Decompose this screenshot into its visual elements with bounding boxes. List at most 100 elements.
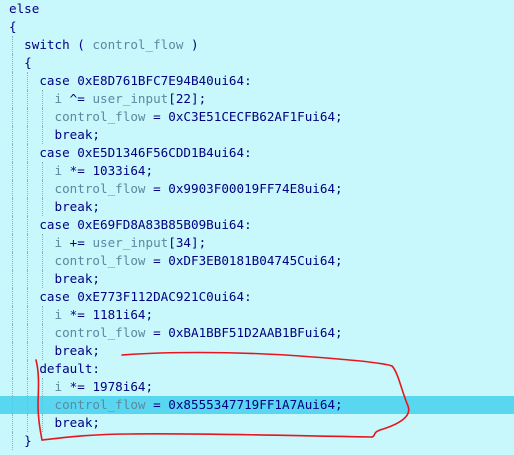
code-token: *= xyxy=(62,307,93,322)
code-token: 0xC3E51CECFB62AF1Fui64; xyxy=(168,109,343,124)
code-line[interactable]: { xyxy=(0,18,514,36)
code-token: i xyxy=(54,91,63,106)
indent-guide xyxy=(12,324,13,342)
indent-guide xyxy=(27,162,29,180)
indent-guide xyxy=(12,108,13,126)
code-token: { xyxy=(24,55,32,70)
code-token: = xyxy=(145,181,169,196)
code-token: 0xE69FD8A83B85B09Bui64 xyxy=(77,217,245,232)
code-token: 1978i64; xyxy=(92,379,154,394)
code-line[interactable]: i += user_input[34]; xyxy=(0,234,514,252)
code-line[interactable]: } xyxy=(0,432,514,450)
code-line[interactable]: i *= 1181i64; xyxy=(0,306,514,324)
code-token: 0x9903F00019FF74E8ui64; xyxy=(168,181,343,196)
indent-guide xyxy=(42,108,44,126)
code-view[interactable]: else { switch ( control_flow ) { case 0xE… xyxy=(0,0,514,450)
code-line[interactable]: i ^= user_input[22]; xyxy=(0,90,514,108)
indent-guide xyxy=(27,270,29,288)
code-line[interactable]: control_flow = 0xDF3EB0181B04745Cui64; xyxy=(0,252,514,270)
code-token: user_input xyxy=(92,235,169,250)
code-line[interactable]: control_flow = 0xBA1BBF51D2AAB1BFui64; xyxy=(0,324,514,342)
code-line[interactable]: case 0xE69FD8A83B85B09Bui64: xyxy=(0,216,514,234)
code-line[interactable]: control_flow = 0xC3E51CECFB62AF1Fui64; xyxy=(0,108,514,126)
code-line[interactable]: break; xyxy=(0,414,514,432)
indent-guide xyxy=(12,396,13,414)
code-line[interactable]: default: xyxy=(0,360,514,378)
code-line[interactable]: i *= 1978i64; xyxy=(0,378,514,396)
indent-guide xyxy=(42,162,44,180)
code-token: { xyxy=(9,19,17,34)
indent-guide xyxy=(27,180,29,198)
code-line[interactable]: break; xyxy=(0,342,514,360)
code-line[interactable]: switch ( control_flow ) xyxy=(0,36,514,54)
code-token: else xyxy=(9,1,40,16)
code-token: control_flow xyxy=(54,181,146,196)
code-token: control_flow xyxy=(54,325,146,340)
code-line[interactable]: { xyxy=(0,54,514,72)
indent-guide xyxy=(42,378,44,396)
code-token: break; xyxy=(54,343,101,358)
code-line[interactable]: else xyxy=(0,0,514,18)
code-token: 0xE5D1346F56CDD1B4ui64 xyxy=(77,145,245,160)
code-line[interactable]: case 0xE5D1346F56CDD1B4ui64: xyxy=(0,144,514,162)
code-token: [34]; xyxy=(168,235,207,250)
code-token: ^= xyxy=(62,91,93,106)
indent-guide xyxy=(27,198,29,216)
indent-guide xyxy=(27,324,29,342)
code-token: : xyxy=(244,289,252,304)
code-token: break; xyxy=(54,271,101,286)
indent-guide xyxy=(12,414,13,432)
code-token: case xyxy=(39,217,78,232)
indent-guide xyxy=(12,432,13,450)
indent-guide xyxy=(12,288,13,306)
indent-guide xyxy=(27,360,29,378)
code-line[interactable]: case 0xE8D761BFC7E94B40ui64: xyxy=(0,72,514,90)
code-line[interactable]: break; xyxy=(0,270,514,288)
indent-guide xyxy=(12,234,13,252)
indent-guide xyxy=(12,342,13,360)
code-token: : xyxy=(244,145,252,160)
indent-guide xyxy=(42,126,44,144)
code-line[interactable]: break; xyxy=(0,198,514,216)
indent-guide xyxy=(27,306,29,324)
code-token: i xyxy=(54,163,63,178)
code-token: i xyxy=(54,307,63,322)
code-line[interactable]: break; xyxy=(0,126,514,144)
indent-guide xyxy=(12,180,13,198)
code-token: default: xyxy=(39,361,101,376)
code-token: i xyxy=(54,235,63,250)
indent-guide xyxy=(42,180,44,198)
indent-guide xyxy=(12,144,13,162)
indent-guide xyxy=(12,306,13,324)
code-line-highlighted[interactable]: control_flow = 0x8555347719FF1A7Aui64; xyxy=(0,396,514,414)
code-token: : xyxy=(244,73,252,88)
code-token: control_flow xyxy=(54,109,146,124)
indent-guide xyxy=(42,324,44,342)
code-token: break; xyxy=(54,127,101,142)
indent-guide xyxy=(27,90,29,108)
indent-guide xyxy=(42,396,44,414)
code-token: switch xyxy=(24,37,70,52)
indent-guide xyxy=(42,342,44,360)
indent-guide xyxy=(12,54,13,72)
indent-guide xyxy=(27,108,29,126)
code-token: i xyxy=(54,379,63,394)
code-line[interactable]: control_flow = 0x9903F00019FF74E8ui64; xyxy=(0,180,514,198)
indent-guide xyxy=(27,234,29,252)
code-line[interactable]: i *= 1033i64; xyxy=(0,162,514,180)
code-line[interactable]: case 0xE773F112DAC921C0ui64: xyxy=(0,288,514,306)
code-token: 1181i64; xyxy=(92,307,154,322)
indent-guide xyxy=(27,72,29,90)
indent-guide xyxy=(42,270,44,288)
indent-guide xyxy=(27,342,29,360)
